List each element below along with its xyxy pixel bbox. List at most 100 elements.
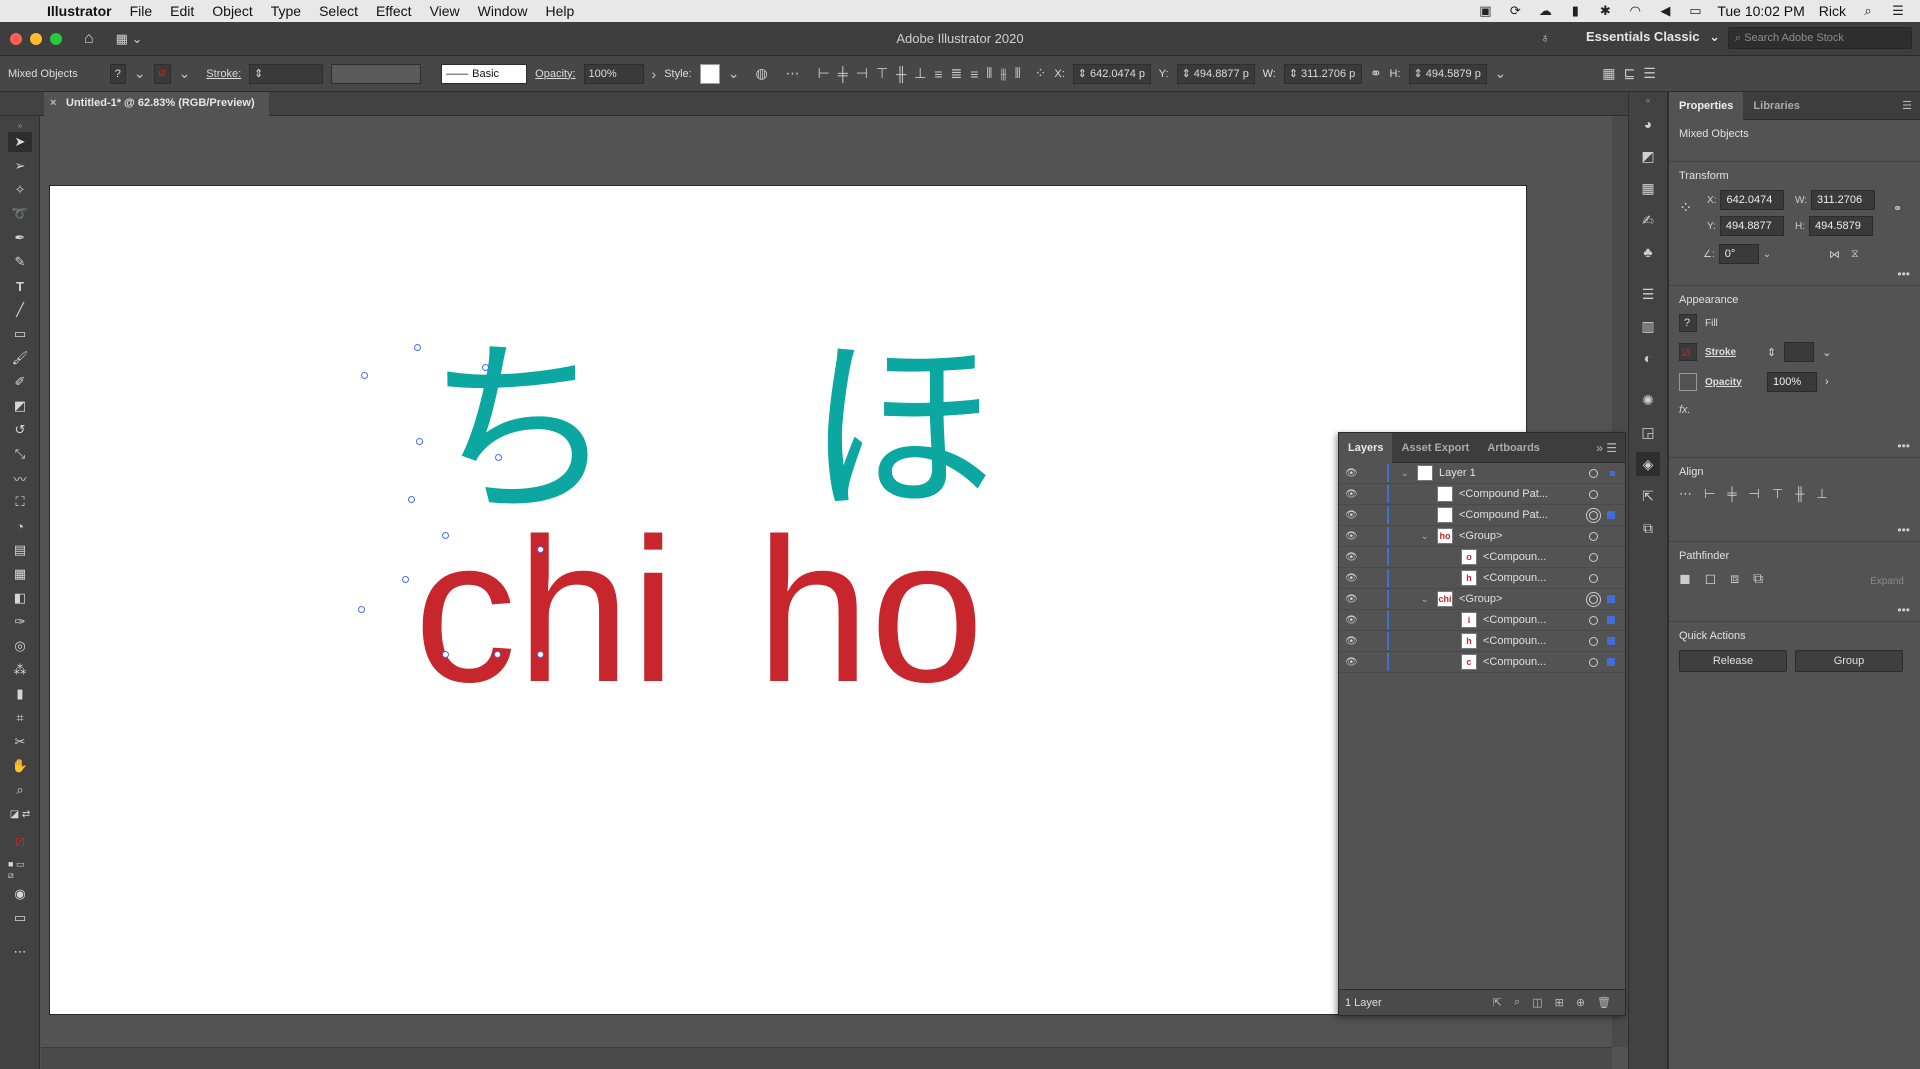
target-circle-icon[interactable] [1589,468,1598,478]
chevron-down-icon[interactable]: ⌄ [1763,249,1771,260]
layer-row[interactable]: 👁 c <Compoun... [1339,652,1625,673]
transform-h-field[interactable]: H: 494.5879 [1795,216,1873,236]
target-circle-icon[interactable] [1589,657,1598,667]
layer-name[interactable]: <Group> [1459,593,1559,605]
more-options-icon[interactable]: ••• [1897,523,1910,537]
stroke-row[interactable]: ⧄ Stroke ⇕ ⌄ [1679,342,1910,362]
perspective-grid-tool-icon[interactable]: ▤ [8,540,32,560]
chevron-down-icon[interactable]: ⌄ [1401,468,1409,479]
curvature-tool-icon[interactable]: ✎ [8,252,32,272]
slice-tool-icon[interactable]: ✂ [8,732,32,752]
add-effect-icon[interactable]: fx. [1679,404,1910,416]
constrain-proportions-icon[interactable]: ⚭ [1370,65,1382,82]
export-icon[interactable]: ⇱ [1493,996,1502,1009]
layer-name[interactable]: <Compound Pat... [1459,509,1559,521]
transparency-panel-icon[interactable]: ◐ [1636,346,1660,370]
gradient-panel-icon[interactable]: ▥ [1636,314,1660,338]
transform-x-field[interactable]: X: 642.0474 [1707,190,1785,210]
spotlight-search-icon[interactable]: ⌕ [1860,3,1876,18]
warp-tool-icon[interactable]: 〰 [8,468,32,488]
chevron-right-icon[interactable]: › [652,66,657,82]
rotate-tool-icon[interactable]: ↺ [8,420,32,440]
w-field[interactable]: ⇕ 311.2706 p [1283,63,1362,84]
status-app-icon[interactable]: ▣ [1477,3,1493,18]
fill-stroke-swatches-icon[interactable]: ⧄ [8,828,32,856]
chevron-down-icon[interactable]: ⌄ [179,65,191,82]
visibility-eye-icon[interactable]: 👁 [1345,531,1361,542]
tab-artboards[interactable]: Artboards [1478,433,1549,463]
layer-row[interactable]: 👁 ⌄ chi <Group> [1339,589,1625,610]
chevron-right-icon[interactable]: › [1825,376,1829,388]
align-vertical-center-icon[interactable]: ╫ [896,66,906,82]
symbol-sprayer-tool-icon[interactable]: ⁂ [8,660,32,680]
opacity-label[interactable]: Opacity: [535,68,575,80]
align-top-icon[interactable]: ⊤ [876,65,888,82]
panel-menu-icon[interactable]: ☰ [1902,99,1920,112]
reference-point-icon[interactable]: ⁘ [1035,65,1047,82]
reference-point-icon[interactable]: ⁘ [1679,198,1692,218]
visibility-eye-icon[interactable]: 👁 [1345,657,1361,668]
align-to-selection-icon[interactable]: ⋯ [786,65,800,82]
status-sync-icon[interactable]: ⟳ [1507,3,1523,18]
align-right-icon[interactable]: ⊣ [856,65,868,82]
symbols-panel-icon[interactable]: ♣ [1636,240,1660,264]
menu-window[interactable]: Window [469,3,537,19]
more-options-icon[interactable]: ••• [1897,439,1910,453]
selection-indicator[interactable] [1610,470,1615,476]
fill-swatch[interactable]: ? [1679,314,1697,332]
workspace-switcher[interactable]: Essentials Classic ⌄ [1586,29,1720,45]
stroke-weight-field[interactable] [1784,342,1815,362]
artboard-tool-icon[interactable]: ⌗ [8,708,32,728]
menu-view[interactable]: View [421,3,469,19]
document-tab[interactable]: × Untitled-1* @ 62.83% (RGB/Preview) [44,92,269,116]
selection-indicator[interactable] [1607,637,1615,645]
expand-button[interactable]: Expand [1870,576,1904,587]
distribute-right-icon[interactable]: ⫴ [1015,65,1021,82]
status-battery-icon[interactable]: ▮ [1567,3,1583,18]
layer-row[interactable]: 👁 ⌄ Layer 1 [1339,463,1625,484]
opacity-field[interactable]: 100% [1767,372,1817,392]
intersect-icon[interactable]: ⧈ [1730,570,1739,587]
horizontal-scrollbar[interactable] [41,1047,1612,1069]
h-field[interactable]: ⇕ 494.5879 p [1408,63,1487,84]
status-wifi-icon[interactable]: ◠ [1627,3,1643,18]
stroke-swatch[interactable]: ⧄ [1679,343,1697,361]
release-button[interactable]: Release [1679,650,1787,672]
align-right-icon[interactable]: ⊣ [1749,486,1760,502]
target-circle-icon[interactable] [1589,489,1598,499]
direct-selection-tool-icon[interactable]: ➢ [8,156,32,176]
visibility-eye-icon[interactable]: 👁 [1345,552,1361,563]
chevron-down-icon[interactable]: ⌄ [1421,531,1429,542]
chevron-down-icon[interactable]: ⌄ [1495,65,1507,82]
drawing-mode-icon[interactable]: ◉ [8,884,32,904]
menu-effect[interactable]: Effect [367,3,421,19]
y-field[interactable]: ⇕ 494.8877 p [1176,63,1255,84]
target-circle-icon[interactable] [1589,594,1598,604]
align-top-icon[interactable]: ⊤ [1772,486,1783,502]
panel-menu-icon[interactable]: ☰ [1643,65,1656,82]
new-layer-icon[interactable]: ⊕ [1576,996,1585,1009]
layer-row[interactable]: 👁 <Compound Pat... [1339,484,1625,505]
target-circle-icon[interactable] [1589,615,1598,625]
pen-tool-icon[interactable]: ✒ [8,228,32,248]
lightbulb-icon[interactable]: ♁ [1540,30,1550,45]
layer-name[interactable]: <Compoun... [1483,635,1583,647]
selection-indicator[interactable] [1607,658,1615,666]
align-bottom-icon[interactable]: ⊥ [914,65,926,82]
visibility-eye-icon[interactable]: 👁 [1345,636,1361,647]
visibility-eye-icon[interactable]: 👁 [1345,468,1361,479]
graphic-styles-icon[interactable]: ◲ [1636,420,1660,444]
visibility-eye-icon[interactable]: 👁 [1345,489,1361,500]
locate-object-icon[interactable]: ⌕ [1514,996,1520,1009]
target-circle-icon[interactable] [1589,573,1598,583]
panel-menu-icon[interactable]: » ☰ [1596,441,1625,455]
layer-row[interactable]: 👁 i <Compoun... [1339,610,1625,631]
shaper-tool-icon[interactable]: ✐ [8,372,32,392]
x-field[interactable]: ⇕ 642.0474 p [1072,63,1151,84]
variable-width-dropdown[interactable] [331,63,422,84]
layers-panel-icon[interactable]: ◈ [1636,452,1660,476]
lasso-tool-icon[interactable]: ➰ [8,204,32,224]
layer-row[interactable]: 👁 h <Compoun... [1339,631,1625,652]
home-icon[interactable]: ⌂ [84,30,94,48]
layer-row[interactable]: 👁 <Compound Pat... [1339,505,1625,526]
